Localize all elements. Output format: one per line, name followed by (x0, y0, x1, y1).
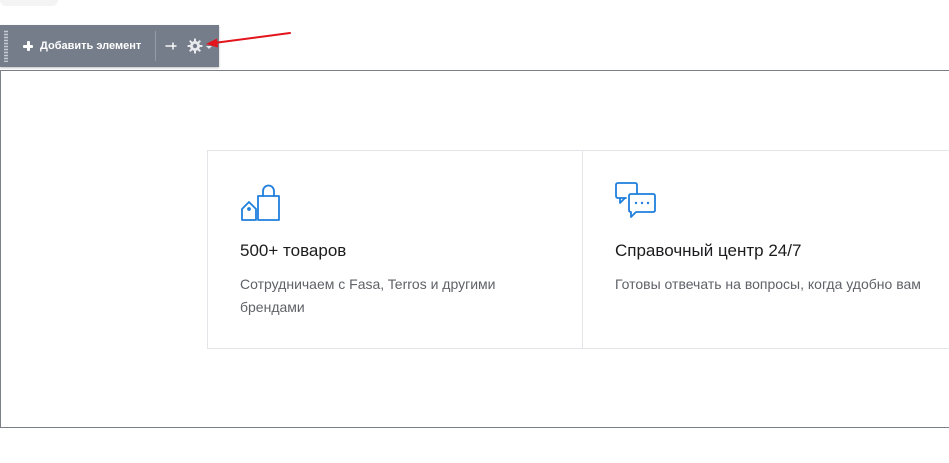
add-element-label: Добавить элемент (40, 40, 142, 52)
feature-card-support: Справочный центр 24/7 Готовы отвечать на… (582, 151, 949, 348)
chat-bubbles-icon (615, 182, 656, 218)
annotation-arrow (206, 32, 291, 48)
top-tab-remnant (0, 0, 58, 6)
feature-description: Сотрудничаем с Fasa, Terros и другими бр… (240, 276, 496, 315)
feature-description: Готовы отвечать на вопросы, когда удобно… (615, 276, 921, 292)
plus-icon (22, 40, 34, 52)
drag-handle-icon[interactable] (0, 25, 12, 67)
pin-icon (165, 42, 177, 50)
toolbar-divider (155, 31, 157, 61)
shopping-bags-icon (241, 184, 280, 221)
pin-button[interactable] (160, 25, 182, 67)
features-block: 500+ товаров Сотрудничаем с Fasa, Terros… (207, 150, 949, 349)
feature-title: Справочный центр 24/7 (615, 241, 802, 260)
feature-title: 500+ товаров (240, 241, 347, 260)
editor-toolbar: Добавить элемент (0, 25, 219, 67)
feature-card-products: 500+ товаров Сотрудничаем с Fasa, Terros… (208, 151, 582, 348)
page: Добавить элемент 500+ товаров Сотруднича… (0, 0, 949, 463)
add-element-button[interactable]: Добавить элемент (12, 25, 151, 67)
